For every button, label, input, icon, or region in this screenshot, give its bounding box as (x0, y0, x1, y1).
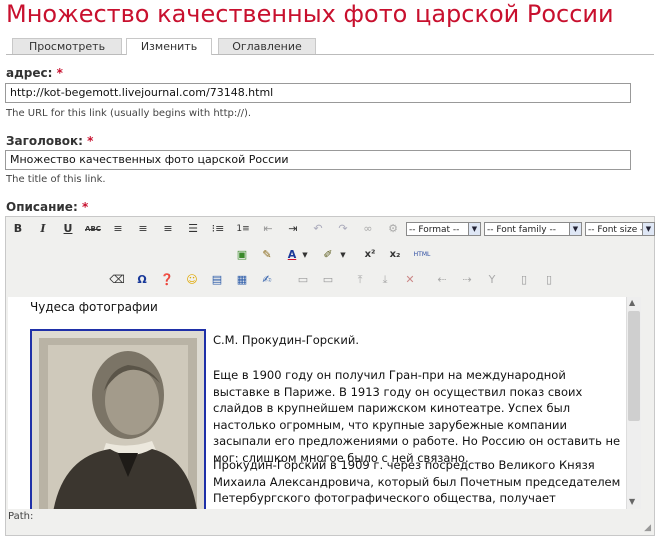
required-marker: * (81, 200, 89, 214)
font-color-icon[interactable]: A (282, 245, 302, 265)
portrait-photo-icon (32, 331, 204, 509)
bullet-list-icon[interactable]: ⁝≡ (208, 219, 228, 239)
address-help: The URL for this link (usually begins wi… (6, 108, 252, 119)
col-before-icon[interactable]: ⇠ (432, 270, 452, 290)
content-paragraph: Прокудин-Горский в 1909 г. через посредс… (213, 458, 621, 509)
align-right-icon[interactable]: ≡ (158, 219, 178, 239)
font-size-select[interactable]: -- Font size -- ▼ (585, 222, 655, 236)
delete-row-icon[interactable]: ✕ (400, 270, 420, 290)
image-icon[interactable]: ▣ (232, 245, 252, 265)
page-title: Множество качественных фото царской Росс… (6, 0, 614, 28)
link-icon[interactable]: ∞ (358, 219, 378, 239)
tab-view[interactable]: Просмотреть (12, 38, 122, 54)
help-icon[interactable]: ❓ (157, 270, 177, 290)
chevron-down-icon[interactable]: ▼ (338, 245, 348, 265)
title-help: The title of this link. (6, 174, 106, 185)
row-before-icon[interactable]: ⤒ (350, 270, 370, 290)
underline-button[interactable]: U (58, 219, 78, 239)
html-source-button[interactable]: HTML (408, 245, 436, 265)
description-label: Описание: * (6, 200, 89, 214)
portrait-image (30, 329, 206, 509)
address-label: адрес: * (6, 66, 63, 80)
bold-button[interactable]: B (8, 219, 28, 239)
content-paragraph: Еще в 1900 году он получил Гран-при на м… (213, 368, 621, 465)
row-after-icon[interactable]: ⤓ (375, 270, 395, 290)
undo-icon[interactable]: ↶ (308, 219, 328, 239)
unlink-icon[interactable]: ⚙ (383, 219, 403, 239)
rich-text-editor: B I U ABC ≡ ≡ ≡ ☰ ⁝≡ 1≡ ⇤ ⇥ ↶ ↷ ∞ ⚙ -- F… (5, 216, 655, 536)
gallery-icon[interactable]: ▦ (232, 270, 252, 290)
toolbar-row-2: ▣ ✎ A ▼ ✐ ▼ x² x₂ HTML (6, 245, 656, 265)
address-input[interactable]: http://kot-begemott.livejournal.com/7314… (5, 83, 631, 103)
strikethrough-button[interactable]: ABC (83, 219, 103, 239)
align-justify-icon[interactable]: ☰ (183, 219, 203, 239)
subscript-icon[interactable]: x₂ (385, 245, 405, 265)
cleanup-icon[interactable]: ✎ (257, 245, 277, 265)
align-left-icon[interactable]: ≡ (108, 219, 128, 239)
chevron-down-icon: ▼ (468, 223, 480, 235)
outdent-icon[interactable]: ⇤ (258, 219, 278, 239)
col-after-icon[interactable]: ⇢ (457, 270, 477, 290)
numbered-list-icon[interactable]: 1≡ (233, 219, 253, 239)
format-select[interactable]: -- Format -- ▼ (406, 222, 481, 236)
required-marker: * (56, 66, 63, 80)
edit-image-icon[interactable]: ✍ (257, 270, 277, 290)
title-input[interactable]: Множество качественных фото царской Росс… (5, 150, 631, 170)
merge-cells-icon[interactable]: Y (482, 270, 502, 290)
highlight-color-icon[interactable]: ✐ (318, 245, 338, 265)
superscript-icon[interactable]: x² (360, 245, 380, 265)
required-marker: * (87, 134, 94, 148)
special-char-icon[interactable]: Ω (132, 270, 152, 290)
scroll-down-icon[interactable]: ▼ (629, 497, 635, 506)
split-cells-icon[interactable]: ▯ (514, 270, 534, 290)
scroll-up-icon[interactable]: ▲ (629, 298, 635, 307)
indent-icon[interactable]: ⇥ (283, 219, 303, 239)
align-center-icon[interactable]: ≡ (133, 219, 153, 239)
resize-handle-icon[interactable]: ◢ (644, 523, 651, 533)
chevron-down-icon: ▼ (569, 223, 581, 235)
title-label: Заголовок: * (6, 134, 94, 148)
editor-content[interactable]: Чудеса фотографии С.М. Прокудин-Горский.… (8, 297, 626, 509)
chevron-down-icon: ▼ (642, 223, 654, 235)
italic-button[interactable]: I (33, 219, 53, 239)
toolbar-row-3: ⌫ Ω ❓ ☺ ▤ ▦ ✍ ▭ ▭ ⤒ ⤓ ✕ ⇠ ⇢ Y ▯ ▯ (6, 270, 656, 290)
tab-bar: Просмотреть Изменить Оглавление (6, 38, 654, 55)
eraser-icon[interactable]: ⌫ (107, 270, 127, 290)
redo-icon[interactable]: ↷ (333, 219, 353, 239)
content-heading: Чудеса фотографии (30, 300, 158, 314)
font-family-select[interactable]: -- Font family -- ▼ (484, 222, 582, 236)
tab-edit[interactable]: Изменить (126, 38, 212, 55)
scrollbar-thumb[interactable] (628, 311, 640, 421)
delete-col-icon[interactable]: ▯ (539, 270, 559, 290)
media-icon[interactable]: ▤ (207, 270, 227, 290)
toolbar-row-1: B I U ABC ≡ ≡ ≡ ☰ ⁝≡ 1≡ ⇤ ⇥ ↶ ↷ ∞ ⚙ -- F… (6, 219, 656, 239)
table-icon[interactable]: ▭ (293, 270, 313, 290)
table-props-icon[interactable]: ▭ (318, 270, 338, 290)
tab-contents[interactable]: Оглавление (218, 38, 316, 54)
path-statusbar: Path: (8, 511, 34, 522)
content-author: С.М. Прокудин-Горский. (213, 333, 359, 347)
chevron-down-icon[interactable]: ▼ (300, 245, 310, 265)
editor-scrollbar[interactable]: ▲ ▼ (626, 297, 641, 509)
smiley-icon[interactable]: ☺ (182, 270, 202, 290)
